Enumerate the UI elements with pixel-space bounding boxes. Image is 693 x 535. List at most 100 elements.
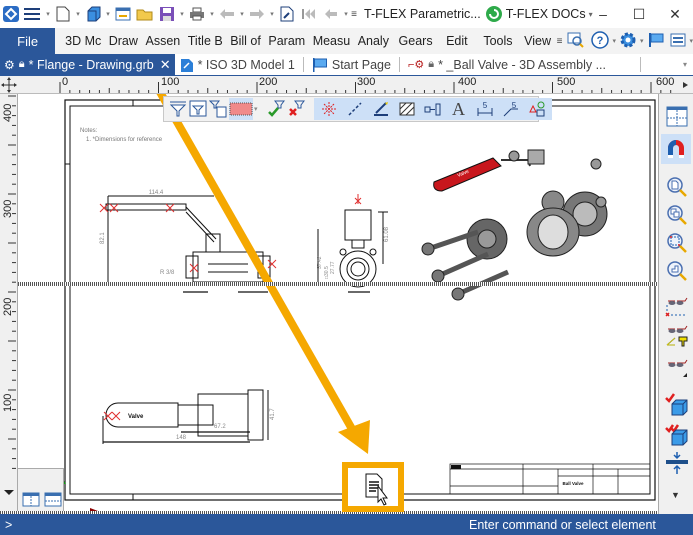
tab-close-icon[interactable]: ✕ bbox=[160, 57, 171, 73]
tflex-docs-button[interactable]: T-FLEX DOCs ▾ bbox=[485, 5, 593, 23]
ruler-scroll-right-icon[interactable] bbox=[683, 82, 688, 88]
chevron-down-icon[interactable]: ▾ bbox=[178, 10, 186, 18]
page-layout-icon[interactable] bbox=[664, 104, 690, 130]
status-bar: > Enter command or select element bbox=[0, 514, 693, 535]
section-view-icon[interactable] bbox=[664, 450, 690, 476]
graphic-line-filter-icon[interactable] bbox=[369, 98, 393, 120]
title-block[interactable] bbox=[449, 463, 651, 495]
save-icon[interactable] bbox=[157, 4, 177, 24]
menu-tools[interactable]: Tools bbox=[475, 34, 520, 48]
filter-list-icon[interactable] bbox=[209, 98, 227, 120]
search-commands-icon[interactable] bbox=[567, 32, 585, 51]
measure-options-icon[interactable] bbox=[664, 354, 690, 380]
open-folder-icon[interactable] bbox=[135, 4, 155, 24]
chevron-down-icon[interactable]: ▾ bbox=[74, 10, 82, 18]
chevron-down-icon[interactable]: ▾ bbox=[612, 37, 616, 45]
minimize-button[interactable]: – bbox=[585, 0, 621, 28]
filter-accept-icon[interactable] bbox=[267, 98, 285, 120]
new-document-icon[interactable] bbox=[53, 4, 73, 24]
chevron-down-icon[interactable]: ▾ bbox=[104, 10, 112, 18]
measure-angle-icon[interactable] bbox=[664, 324, 690, 350]
rewind-icon[interactable] bbox=[299, 4, 319, 24]
chevron-down-icon[interactable]: ▾ bbox=[268, 10, 276, 18]
print-icon[interactable] bbox=[187, 4, 207, 24]
menu-analysis[interactable]: Analy bbox=[354, 34, 393, 48]
window-icon[interactable] bbox=[113, 4, 133, 24]
zoom-page-icon[interactable] bbox=[664, 174, 690, 200]
zoom-all-icon[interactable] bbox=[664, 202, 690, 228]
menu-parameters[interactable]: Param bbox=[264, 34, 308, 48]
customize-toolbar-icon[interactable]: ≡ bbox=[350, 9, 358, 20]
zoom-previous-icon[interactable] bbox=[664, 258, 690, 284]
chevron-down-icon[interactable]: ▾ bbox=[238, 10, 246, 18]
node-filter-icon[interactable] bbox=[317, 98, 341, 120]
chevron-down-icon[interactable]: ▾ bbox=[640, 37, 644, 45]
dim-thread: R 3/8 bbox=[160, 270, 175, 276]
help-icon[interactable]: ? bbox=[591, 30, 610, 52]
close-button[interactable]: ✕ bbox=[657, 0, 693, 28]
chevron-down-icon[interactable]: ▾ bbox=[44, 10, 52, 18]
app-logo-icon[interactable] bbox=[1, 4, 21, 24]
menu-title-block[interactable]: Title B bbox=[184, 34, 226, 48]
menu-assembly[interactable]: Assen bbox=[142, 34, 184, 48]
chevron-down-icon[interactable]: ▾ bbox=[690, 37, 693, 45]
menu-gears[interactable]: Gears bbox=[393, 34, 439, 48]
tabs-overflow-icon[interactable]: ▾ bbox=[683, 60, 687, 69]
redo-icon[interactable] bbox=[247, 4, 267, 24]
menu-bill-of-materials[interactable]: Bill of bbox=[226, 34, 264, 48]
flag-icon[interactable] bbox=[648, 32, 664, 51]
move-view-icon[interactable] bbox=[1, 77, 17, 93]
split-horizontal-icon[interactable] bbox=[44, 492, 62, 508]
view-splitter[interactable] bbox=[18, 282, 658, 286]
new-3d-model-icon[interactable] bbox=[83, 4, 103, 24]
back-icon[interactable] bbox=[321, 4, 341, 24]
split-vertical-icon[interactable] bbox=[22, 492, 40, 508]
snap-magnet-icon[interactable] bbox=[661, 134, 691, 164]
line-filter-icon[interactable] bbox=[343, 98, 367, 120]
text-filter-icon[interactable]: A bbox=[447, 98, 471, 120]
other-elements-filter-icon[interactable] bbox=[525, 98, 549, 120]
selection-color-icon[interactable] bbox=[229, 98, 253, 120]
filter-reject-icon[interactable] bbox=[287, 98, 305, 120]
command-prompt[interactable]: > bbox=[5, 518, 465, 532]
exploded-3d-assembly-view[interactable]: Valve bbox=[421, 149, 608, 301]
menu-icon[interactable] bbox=[23, 4, 43, 24]
menu-view[interactable]: View bbox=[520, 34, 555, 48]
settings-gear-icon[interactable] bbox=[619, 31, 637, 52]
menu-measure[interactable]: Measu bbox=[309, 34, 354, 48]
maximize-button[interactable]: ☐ bbox=[621, 0, 657, 28]
file-menu-button[interactable]: File bbox=[0, 28, 56, 54]
dim-67-2: 67.2 bbox=[214, 424, 226, 430]
tab-start-page[interactable]: Start Page bbox=[308, 54, 395, 75]
filter-window-icon[interactable] bbox=[189, 98, 207, 120]
document-parameters-icon[interactable] bbox=[277, 4, 297, 24]
menu-3d-model[interactable]: 3D Mc bbox=[61, 34, 105, 48]
drawing-canvas[interactable]: Notes: 1. *Dimensions for reference 114.… bbox=[18, 94, 658, 514]
filter-all-icon[interactable] bbox=[169, 98, 187, 120]
check-all-icon[interactable] bbox=[664, 422, 690, 448]
check-model-icon[interactable] bbox=[664, 392, 690, 418]
ribbon-options-icon[interactable]: ≡ bbox=[557, 36, 563, 47]
chevron-down-icon[interactable]: ▾ bbox=[254, 105, 258, 113]
dimension-filter-icon[interactable]: 5 bbox=[473, 98, 497, 120]
tab-flange-drawing[interactable]: ⚙ 🔒︎ * Flange - Drawing.grb ✕ bbox=[0, 54, 175, 75]
measure-distance-icon[interactable] bbox=[664, 294, 690, 320]
zoom-window-icon[interactable] bbox=[664, 230, 690, 256]
ruler-label-300: 300 bbox=[2, 199, 14, 218]
tab-ball-valve-assembly[interactable]: ⌐⚙ 🔒︎ * _Ball Valve - 3D Assembly ... bbox=[404, 54, 610, 75]
undo-icon[interactable] bbox=[217, 4, 237, 24]
leader-filter-icon[interactable]: 5 bbox=[499, 98, 523, 120]
ruler-label-500: 500 bbox=[557, 76, 576, 88]
vertical-ruler[interactable]: 400 300 200 100 bbox=[0, 94, 18, 514]
tab-iso-3d-model[interactable]: * ISO 3D Model 1 bbox=[175, 54, 299, 75]
fragment-filter-icon[interactable] bbox=[421, 98, 445, 120]
panel-toggle-icon[interactable] bbox=[670, 33, 686, 50]
chevron-down-icon[interactable]: ▾ bbox=[208, 10, 216, 18]
horizontal-ruler[interactable]: 0 100 200 300 400 500 600 bbox=[0, 76, 693, 94]
menu-edit[interactable]: Edit bbox=[438, 34, 475, 48]
menu-draw[interactable]: Draw bbox=[105, 34, 142, 48]
chevron-down-icon[interactable]: ▾ bbox=[342, 10, 350, 18]
ruler-scroll-down-icon[interactable] bbox=[4, 490, 14, 495]
panel-scroll-down-icon[interactable]: ▼ bbox=[671, 490, 680, 500]
hatch-filter-icon[interactable] bbox=[395, 98, 419, 120]
